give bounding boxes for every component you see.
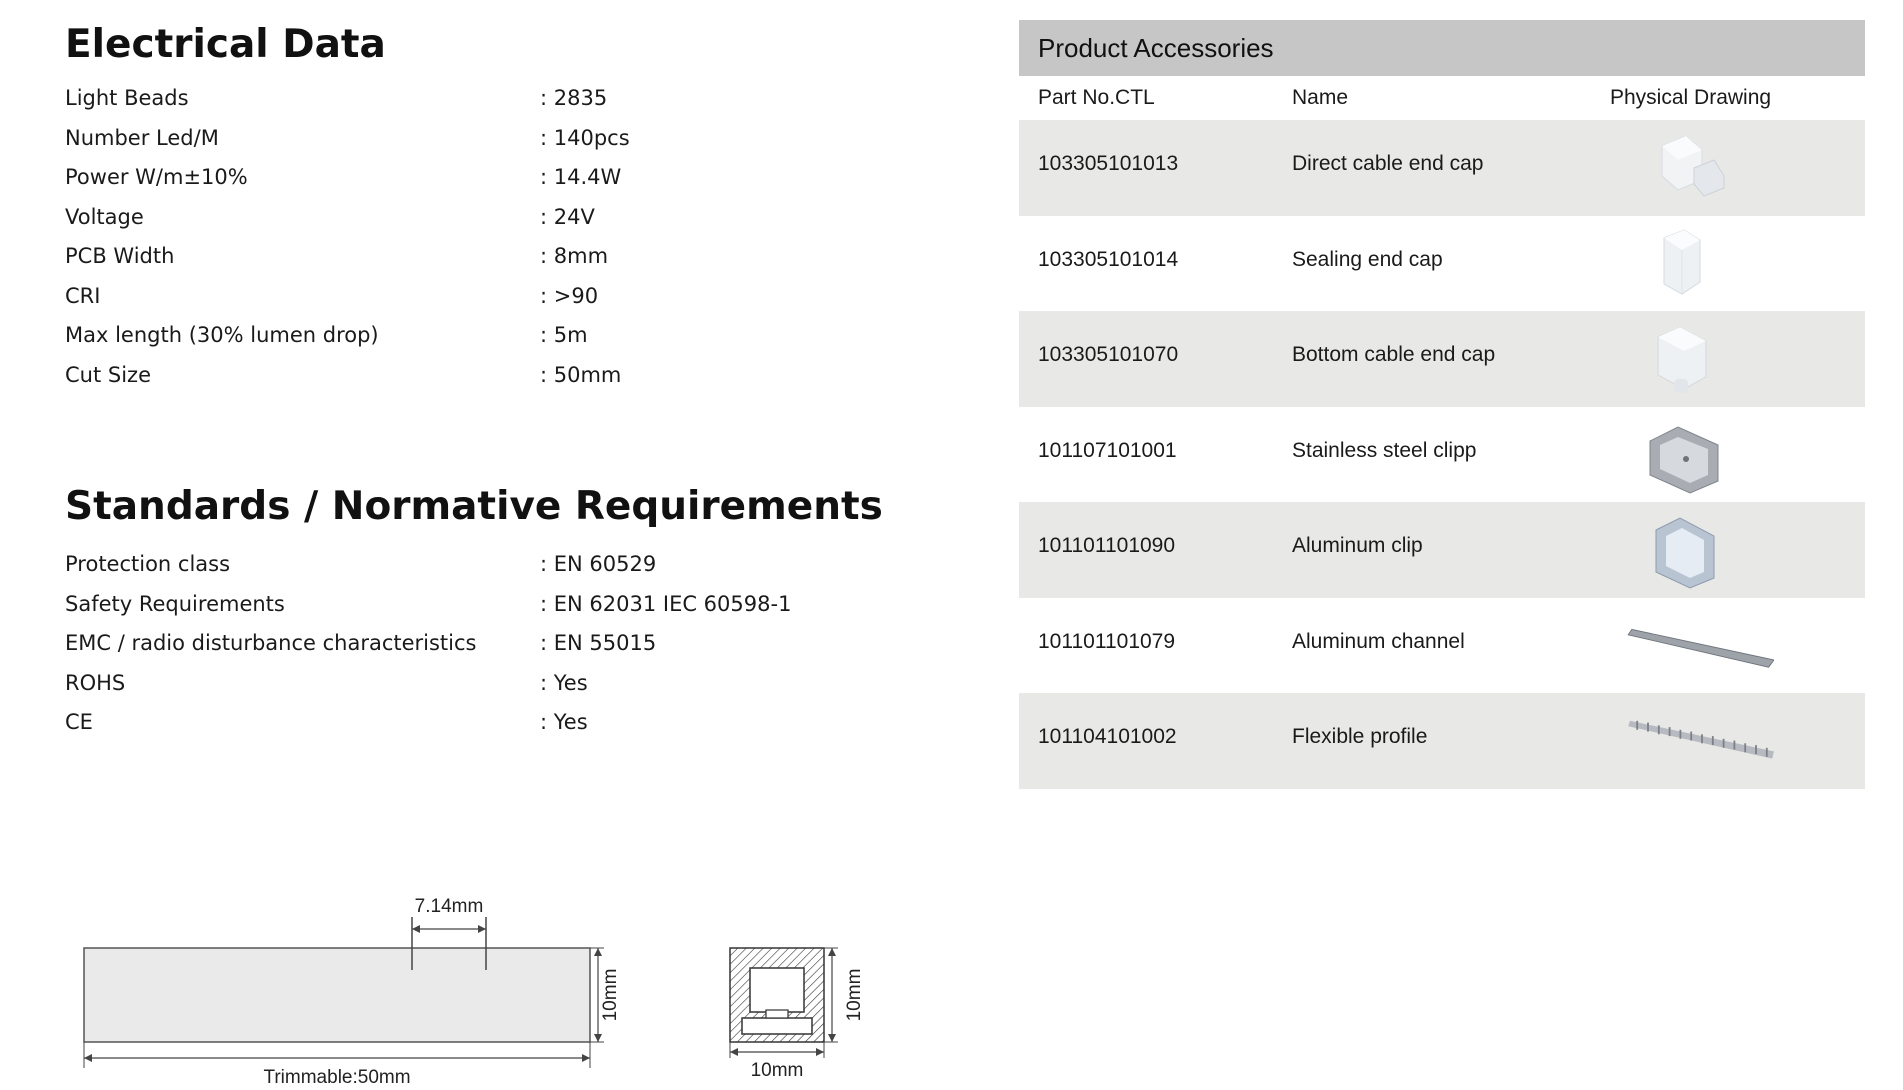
spec-value: : 2835 (540, 86, 608, 110)
aluminum-clip-icon (1655, 517, 1715, 589)
spec-value: : 50mm (540, 362, 622, 387)
spec-row: EMC / radio disturbance characteristics:… (65, 625, 885, 661)
cross-height-label: 10mm (844, 969, 865, 1022)
cross-section-diagram: 10mm 10mm (729, 947, 865, 1081)
part-number: 103305101014 (1038, 247, 1179, 271)
spec-label: Safety Requirements (65, 591, 285, 616)
part-name: Aluminum channel (1292, 629, 1465, 653)
flexible-profile-icon (1628, 720, 1774, 759)
pcb-slot (741, 1017, 813, 1035)
profile-side-view-diagram: 7.14mm 10mm Trimmable:50mm (83, 896, 620, 1088)
side-height-label: 10mm (600, 969, 620, 1022)
spec-row: Number Led/M : 140pcs (65, 120, 885, 156)
spec-value: : 8mm (540, 244, 609, 268)
product-accessories-table: Product Accessories Part No.CTL Name Phy… (1019, 20, 1865, 789)
spec-label: PCB Width (65, 244, 175, 268)
standards-title: Standards / Normative Requirements (65, 484, 883, 529)
spec-value: : EN 60529 (540, 552, 657, 576)
part-name: Sealing end cap (1292, 247, 1443, 271)
part-number: 101104101002 (1038, 725, 1177, 748)
product-accessories-title: Product Accessories (1019, 20, 1865, 76)
spec-label: CE (65, 710, 93, 734)
spec-row: Max length (30% lumen drop) : 5m (65, 317, 885, 353)
spec-value: : 5m (540, 323, 588, 347)
part-number: 103305101070 (1038, 343, 1179, 366)
spec-row: ROHS : Yes (65, 665, 885, 701)
part-name: Flexible profile (1292, 725, 1428, 748)
stainless-steel-clip-icon (1649, 425, 1719, 494)
table-row: 101107101001 Stainless steel clipp (1019, 406, 1865, 502)
spec-value: : EN 62031 IEC 60598-1 (540, 591, 792, 616)
spec-row: Light Beads : 2835 (65, 80, 885, 116)
table-row: 101104101002 Flexible profile (1019, 693, 1865, 789)
spec-value: : EN 55015 (540, 631, 657, 655)
spec-value: : 24V (540, 204, 595, 229)
column-header-name: Name (1292, 86, 1349, 109)
cross-width-label: 10mm (751, 1060, 804, 1081)
accessories-column-headers: Part No.CTL Name Physical Drawing (1019, 76, 1865, 120)
profile-body (83, 947, 591, 1043)
spec-label: Protection class (65, 552, 231, 576)
part-name: Stainless steel clipp (1292, 438, 1477, 462)
spec-value: : 14.4W (540, 165, 622, 189)
table-row: 101101101090 Aluminum clip (1019, 502, 1865, 598)
spec-value: : 140pcs (540, 125, 630, 150)
part-name: Aluminum clip (1292, 534, 1423, 557)
part-number: 101107101001 (1038, 438, 1177, 462)
spec-row: Safety Requirements : EN 62031 IEC 60598-… (65, 586, 885, 622)
light-cavity (749, 967, 805, 1013)
spec-row: Protection class : EN 60529 (65, 546, 885, 582)
part-number: 101101101079 (1038, 629, 1176, 653)
spec-label: Power W/m±10% (65, 165, 248, 189)
spec-value: : Yes (540, 670, 588, 695)
table-row: 103305101070 Bottom cable end cap (1019, 311, 1865, 407)
electrical-data-title: Electrical Data (65, 22, 386, 67)
spec-row: Cut Size : 50mm (65, 357, 885, 393)
spec-value: : Yes (540, 710, 588, 734)
spec-label: Voltage (65, 204, 144, 229)
spec-label: Light Beads (65, 86, 189, 110)
spec-label: Max length (30% lumen drop) (65, 323, 379, 347)
part-number: 101101101090 (1038, 534, 1176, 557)
spec-label: Number Led/M (65, 125, 219, 150)
column-header-physical-drawing: Physical Drawing (1610, 86, 1772, 109)
spec-row: CE : Yes (65, 704, 885, 740)
part-number: 103305101013 (1038, 152, 1179, 175)
spec-label: Cut Size (65, 362, 151, 387)
top-dimension-label: 7.14mm (415, 896, 484, 917)
direct-cable-end-cap-icon (1661, 135, 1725, 197)
spec-label: ROHS (65, 670, 126, 695)
table-row: 103305101013 Direct cable end cap (1019, 120, 1865, 216)
spec-row: Voltage : 24V (65, 199, 885, 235)
bottom-cable-end-cap-icon (1657, 326, 1707, 393)
sealing-end-cap-icon (1663, 228, 1701, 295)
spec-value: : >90 (540, 283, 599, 308)
table-row: 103305101014 Sealing end cap (1019, 215, 1865, 311)
accessories-rows: 103305101013 Direct cable end cap 103305… (1019, 120, 1865, 789)
spec-row: Power W/m±10% : 14.4W (65, 159, 885, 195)
spec-label: CRI (65, 283, 101, 308)
spec-row: PCB Width : 8mm (65, 238, 885, 274)
spec-label: EMC / radio disturbance characteristics (65, 631, 477, 655)
part-name: Bottom cable end cap (1292, 343, 1496, 366)
trimmable-length-label: Trimmable:50mm (263, 1067, 410, 1088)
spec-row: CRI : >90 (65, 278, 885, 314)
part-name: Direct cable end cap (1292, 152, 1484, 175)
column-header-part-no: Part No.CTL (1038, 86, 1155, 109)
table-row: 101101101079 Aluminum channel (1019, 597, 1865, 693)
aluminum-channel-icon (1627, 628, 1774, 668)
led-chip (765, 1009, 789, 1019)
